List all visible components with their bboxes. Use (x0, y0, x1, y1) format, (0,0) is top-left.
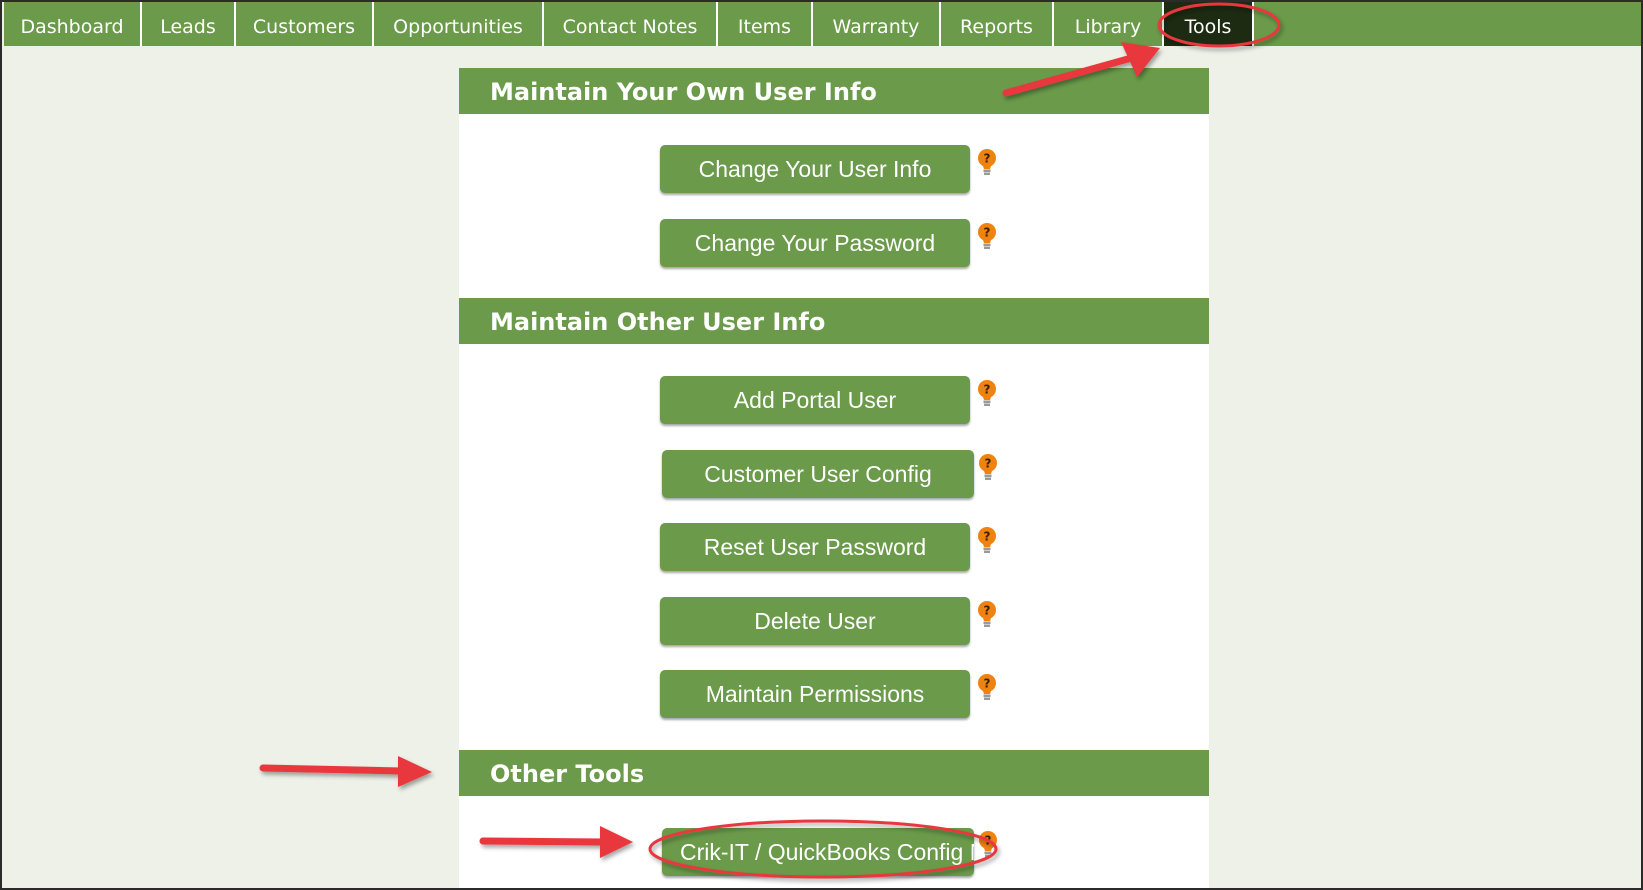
svg-text:?: ? (984, 677, 991, 691)
button-label: Add Portal User (733, 386, 897, 413)
svg-text:?: ? (984, 152, 991, 166)
svg-text:?: ? (984, 383, 991, 397)
quickbooks-config-button[interactable]: Crik-IT / QuickBooks Config M (662, 828, 974, 876)
help-bulb-icon[interactable]: ? (977, 148, 997, 178)
tab-label: Contact Notes (562, 16, 698, 38)
button-label: Reset User Password (703, 533, 927, 560)
tab-warranty[interactable]: Warranty (813, 2, 941, 46)
tab-label: Library (1074, 16, 1142, 38)
customer-user-config-button[interactable]: Customer User Config (662, 450, 974, 498)
tab-label: Leads (160, 16, 216, 38)
button-label: Crik-IT / QuickBooks Config M (680, 838, 974, 865)
section-header-other-user-info: Maintain Other User Info (459, 298, 1209, 344)
button-label: Change Your Password (694, 229, 936, 256)
tab-label: Tools (1184, 16, 1232, 38)
section-title: Maintain Your Own User Info (490, 78, 877, 106)
help-bulb-icon[interactable]: ? (977, 526, 997, 556)
button-label: Change Your User Info (698, 155, 932, 182)
tab-label: Opportunities (393, 16, 523, 38)
app-window: Dashboard Leads Customers Opportunities … (0, 0, 1643, 890)
svg-text:?: ? (984, 226, 991, 240)
button-label: Customer User Config (704, 460, 932, 487)
tab-tools[interactable]: Tools (1164, 2, 1254, 46)
svg-text:?: ? (985, 834, 992, 848)
maintain-permissions-button[interactable]: Maintain Permissions (660, 670, 970, 718)
svg-text:?: ? (985, 457, 992, 471)
top-nav: Dashboard Leads Customers Opportunities … (4, 2, 1641, 46)
svg-text:?: ? (984, 604, 991, 618)
help-bulb-icon[interactable]: ? (977, 222, 997, 252)
help-bulb-icon[interactable]: ? (978, 453, 998, 483)
tab-items[interactable]: Items (718, 2, 813, 46)
tab-label: Customers (252, 16, 356, 38)
tab-label: Dashboard (20, 16, 124, 38)
tab-library[interactable]: Library (1054, 2, 1164, 46)
section-header-own-user-info: Maintain Your Own User Info (459, 68, 1209, 114)
tab-label: Items (737, 16, 792, 38)
button-label: Maintain Permissions (705, 680, 925, 707)
reset-user-password-button[interactable]: Reset User Password (660, 523, 970, 571)
tab-leads[interactable]: Leads (142, 2, 236, 46)
section-header-other-tools: Other Tools (459, 750, 1209, 796)
button-label: Delete User (754, 607, 876, 634)
help-bulb-icon[interactable]: ? (978, 830, 998, 860)
tab-opportunities[interactable]: Opportunities (374, 2, 544, 46)
tab-label: Reports (960, 16, 1033, 38)
help-bulb-icon[interactable]: ? (977, 379, 997, 409)
section-title: Other Tools (490, 760, 645, 788)
tab-dashboard[interactable]: Dashboard (4, 2, 142, 46)
change-password-button[interactable]: Change Your Password (660, 219, 970, 267)
svg-text:?: ? (984, 530, 991, 544)
tab-contact-notes[interactable]: Contact Notes (544, 2, 718, 46)
tab-customers[interactable]: Customers (236, 2, 374, 46)
tab-label: Warranty (832, 16, 920, 38)
help-bulb-icon[interactable]: ? (977, 673, 997, 703)
add-portal-user-button[interactable]: Add Portal User (660, 376, 970, 424)
delete-user-button[interactable]: Delete User (660, 597, 970, 645)
tab-reports[interactable]: Reports (941, 2, 1054, 46)
tools-panel: Maintain Your Own User Info Change Your … (459, 68, 1209, 888)
help-bulb-icon[interactable]: ? (977, 600, 997, 630)
section-title: Maintain Other User Info (490, 308, 826, 336)
change-user-info-button[interactable]: Change Your User Info (660, 145, 970, 193)
